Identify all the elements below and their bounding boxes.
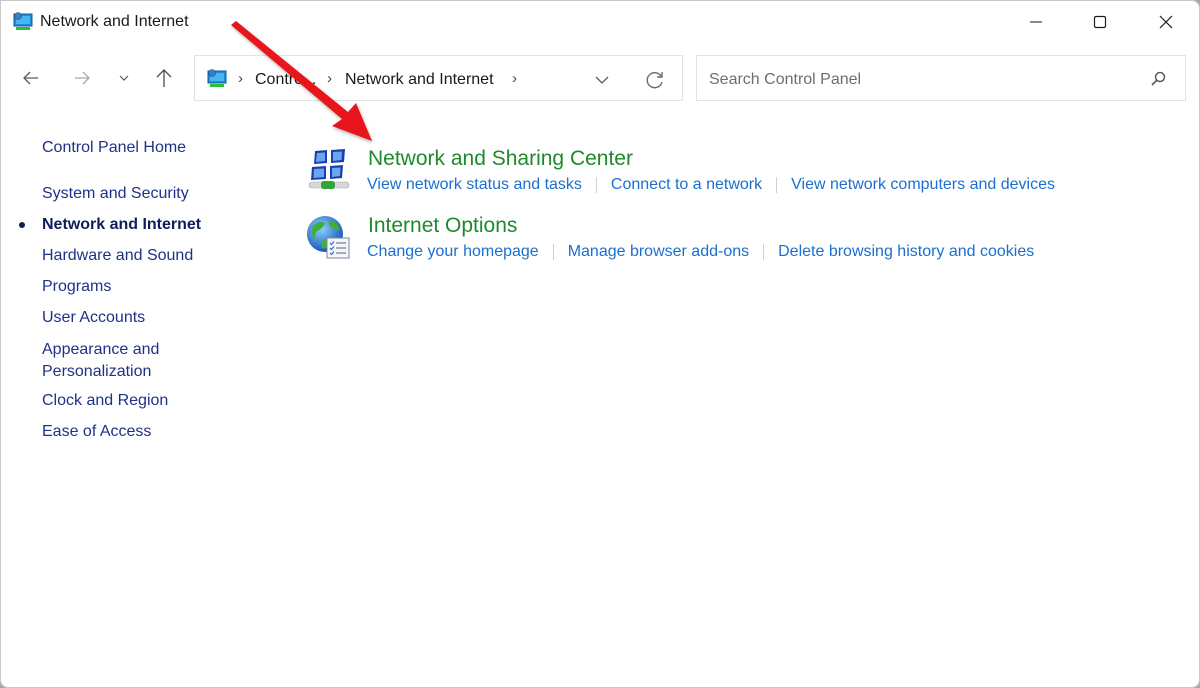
arrow-right-icon: [75, 71, 90, 85]
control-panel-network-icon: [13, 12, 33, 30]
search-input[interactable]: [707, 68, 1131, 92]
maximize-icon: [1093, 15, 1107, 29]
internet-options-tasks: Change your homepage Manage browser add-…: [367, 243, 1034, 261]
sidebar-item-label-line1: Appearance and: [42, 341, 160, 358]
network-and-sharing-center-link[interactable]: Network and Sharing Center: [368, 147, 633, 171]
minimize-button[interactable]: [1003, 1, 1069, 43]
arrow-left-icon: [23, 71, 38, 85]
manage-browser-addons-link[interactable]: Manage browser add-ons: [568, 243, 749, 261]
search-icon[interactable]: [1148, 69, 1168, 89]
refresh-icon[interactable]: [644, 69, 666, 91]
chevron-down-icon[interactable]: [593, 71, 611, 89]
active-item-bullet: [19, 222, 25, 228]
close-icon: [1159, 15, 1173, 29]
network-and-sharing-center-tasks: View network status and tasks Connect to…: [367, 176, 1055, 194]
breadcrumb-separator[interactable]: ›: [327, 70, 332, 87]
connect-to-network-link[interactable]: Connect to a network: [611, 176, 762, 194]
chevron-down-icon: [119, 75, 129, 81]
sidebar-item-label-line2: Personalization: [42, 363, 152, 380]
navigation-bar: › Contro... › Network and Internet ›: [1, 53, 1199, 105]
sidebar-item-control-panel-home[interactable]: Control Panel Home: [42, 137, 186, 159]
link-divider: [763, 244, 765, 260]
sidebar-item-network-and-internet: Network and Internet: [42, 216, 202, 233]
view-network-status-link[interactable]: View network status and tasks: [367, 176, 582, 194]
delete-browsing-history-link[interactable]: Delete browsing history and cookies: [778, 243, 1034, 261]
breadcrumb-network-and-internet[interactable]: Network and Internet: [345, 71, 494, 89]
sidebar-item-ease-of-access[interactable]: Ease of Access: [42, 421, 151, 443]
title-bar: Network and Internet: [1, 1, 1199, 45]
search-box[interactable]: [696, 55, 1186, 101]
sidebar-item-clock-and-region[interactable]: Clock and Region: [42, 390, 168, 412]
sidebar-item-system-and-security[interactable]: System and Security: [42, 183, 189, 205]
forward-button[interactable]: [69, 65, 95, 91]
maximize-button[interactable]: [1067, 1, 1133, 43]
up-button[interactable]: [151, 65, 177, 91]
address-bar[interactable]: › Contro... › Network and Internet ›: [194, 55, 683, 101]
control-panel-window: Network and Internet › Contro... › Netwo…: [0, 0, 1200, 688]
internet-options-globe-icon[interactable]: [305, 214, 353, 262]
close-button[interactable]: [1133, 1, 1199, 43]
breadcrumb-separator[interactable]: ›: [512, 70, 517, 87]
arrow-up-icon: [156, 69, 172, 87]
sidebar-item-appearance-and-personalization[interactable]: Appearance and Personalization: [42, 339, 159, 383]
sidebar-item-programs[interactable]: Programs: [42, 276, 111, 298]
minimize-icon: [1030, 21, 1042, 23]
change-homepage-link[interactable]: Change your homepage: [367, 243, 539, 261]
sidebar-item-hardware-and-sound[interactable]: Hardware and Sound: [42, 245, 193, 267]
link-divider: [552, 244, 554, 260]
window-title: Network and Internet: [40, 13, 189, 30]
sidebar-item-user-accounts[interactable]: User Accounts: [42, 307, 145, 329]
recent-locations-button[interactable]: [111, 65, 137, 91]
breadcrumb-control-panel[interactable]: Contro...: [255, 71, 316, 89]
view-network-computers-link[interactable]: View network computers and devices: [791, 176, 1055, 194]
breadcrumb-separator[interactable]: ›: [238, 70, 243, 87]
internet-options-link[interactable]: Internet Options: [368, 214, 517, 238]
back-button[interactable]: [18, 65, 44, 91]
control-panel-network-icon: [207, 69, 227, 87]
link-divider: [776, 177, 778, 193]
link-divider: [595, 177, 597, 193]
network-sharing-center-icon[interactable]: [305, 147, 353, 195]
